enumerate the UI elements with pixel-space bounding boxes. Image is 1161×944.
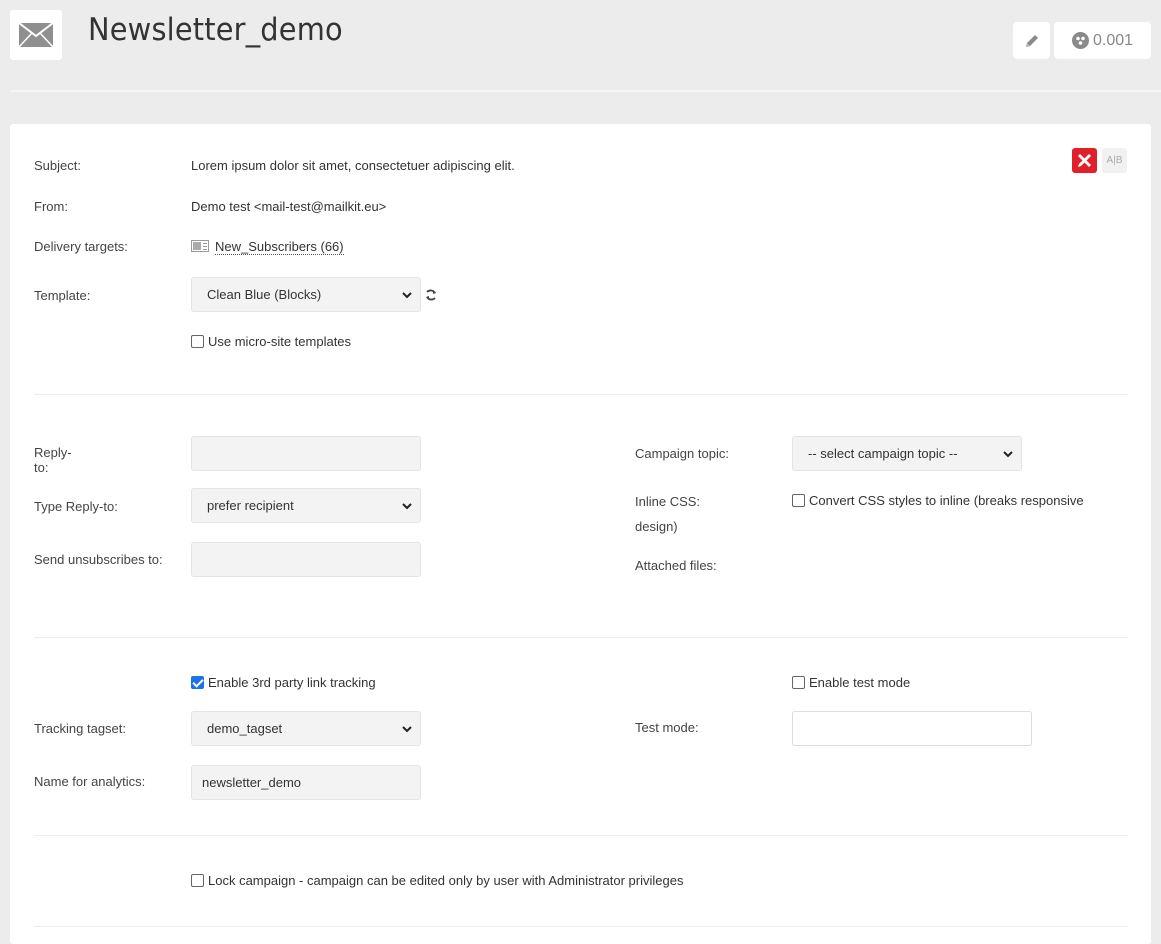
analytics-name-value: newsletter_demo [202,775,301,790]
tagset-select[interactable]: demo_tagset [191,711,421,746]
delivery-targets-label: Delivery targets: [34,239,128,254]
section-divider [34,394,1128,395]
third-party-tracking-label: Enable 3rd party link tracking [208,675,376,690]
tagset-label: Tracking tagset: [34,721,127,736]
spam-score-icon [1071,32,1089,49]
microsite-checkbox[interactable] [191,335,204,348]
template-label: Template: [34,288,91,303]
lock-campaign-checkbox[interactable] [191,874,204,887]
page-header: Newsletter_demo 0.001 [0,0,1161,92]
template-select[interactable]: Clean Blue (Blocks) [191,277,421,312]
reply-to-input[interactable] [191,436,421,471]
analytics-label: Name for analytics: [34,774,146,789]
campaign-topic-label: Campaign topic: [635,446,729,461]
attached-files-label: Attached files: [635,558,717,573]
type-reply-select[interactable]: prefer recipient [191,488,421,523]
header-divider [10,90,1161,92]
lock-campaign-option[interactable]: Lock campaign - campaign can be edited o… [191,873,683,888]
from-label: From: [34,199,68,214]
section-divider [34,835,1128,836]
lock-campaign-label: Lock campaign - campaign can be edited o… [208,873,684,888]
from-value: Demo test <mail-test@mailkit.eu> [191,199,387,214]
test-mode-label: Test mode: [635,720,699,735]
microsite-label: Use micro-site templates [208,334,352,349]
analytics-name-input[interactable]: newsletter_demo [191,765,421,800]
tools-button[interactable] [1072,148,1097,173]
chevron-down-icon [402,725,412,732]
template-select-value: Clean Blue (Blocks) [207,287,322,302]
ab-test-label: A|B [1106,155,1123,166]
delivery-target-link[interactable]: New_Subscribers (66) [215,239,344,255]
third-party-tracking-option[interactable]: Enable 3rd party link tracking [191,675,376,690]
delivery-target: New_Subscribers (66) [191,239,344,255]
subject-value: Lorem ipsum dolor sit amet, consectetuer… [191,158,515,173]
envelope-icon [19,23,53,47]
test-mode-enable-label: Enable test mode [809,675,911,690]
inline-css-label: Inline CSS: [635,494,701,509]
third-party-tracking-checkbox[interactable] [191,676,204,689]
edit-button[interactable] [1013,22,1050,59]
test-mode-checkbox[interactable] [792,676,805,689]
section-divider [34,926,1128,927]
campaign-settings-card: A|B Subject: Lorem ipsum dolor sit amet,… [10,124,1151,944]
type-reply-label: Type Reply-to: [34,499,118,514]
chevron-down-icon [402,502,412,509]
reply-to-label: Reply-to: [34,445,72,475]
type-reply-select-value: prefer recipient [207,498,294,513]
microsite-option[interactable]: Use micro-site templates [191,334,351,349]
unsubscribes-label: Send unsubscribes to: [34,552,163,567]
ab-test-button[interactable]: A|B [1102,148,1127,173]
inline-css-checkbox[interactable] [792,494,805,507]
campaign-topic-select[interactable]: -- select campaign topic -- [792,436,1022,471]
inline-css-label-continued: design) [635,519,678,534]
spam-score-value: 0.001 [1092,31,1134,49]
inline-css-option-label: Convert CSS styles to inline (breaks res… [809,493,1084,508]
spam-score-button[interactable]: 0.001 [1054,22,1151,59]
subject-label: Subject: [34,158,81,173]
unsubscribes-input[interactable] [191,542,421,577]
test-mode-input[interactable] [792,711,1032,746]
tagset-select-value: demo_tagset [207,721,283,736]
chevron-down-icon [1003,450,1013,457]
refresh-icon[interactable] [424,288,438,302]
contact-card-icon [191,240,209,252]
inline-css-option[interactable]: Convert CSS styles to inline (breaks res… [792,493,1084,508]
page-title: Newsletter_demo [88,12,343,48]
chevron-down-icon [402,291,412,298]
campaign-topic-select-value: -- select campaign topic -- [808,446,958,461]
tools-icon [1078,154,1091,167]
test-mode-option[interactable]: Enable test mode [792,675,910,690]
pencil-icon [1025,34,1038,47]
section-divider [34,637,1128,638]
campaign-type-badge [10,10,62,60]
